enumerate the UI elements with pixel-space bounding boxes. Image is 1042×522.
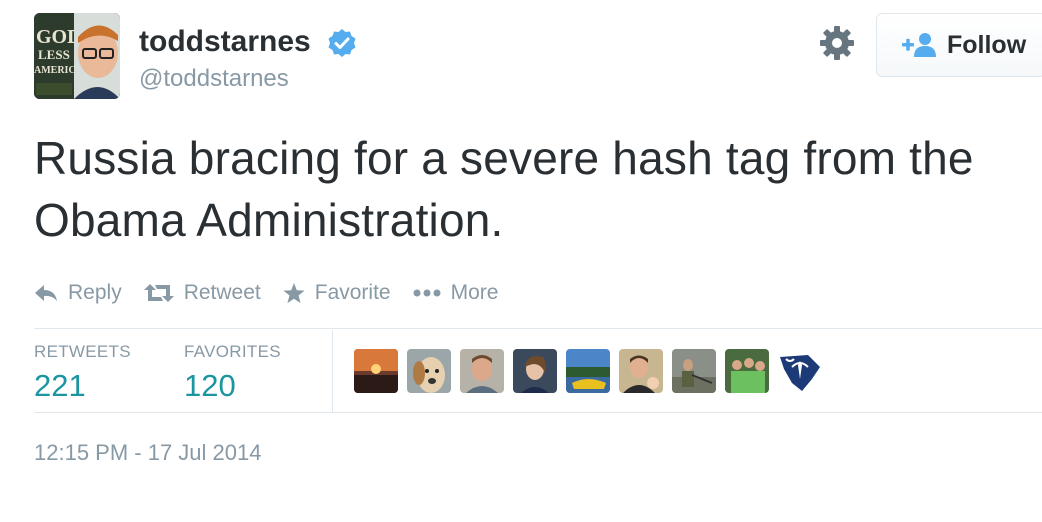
favoriter-avatar[interactable] (778, 349, 822, 393)
favoriter-avatar[interactable] (513, 349, 557, 393)
favoriter-avatar[interactable] (407, 349, 451, 393)
author-handle[interactable]: @toddstarnes (139, 64, 289, 94)
author-avatar[interactable]: GOD LESS AMERICA (34, 13, 120, 99)
reply-button[interactable]: Reply (34, 281, 122, 305)
divider-bottom (34, 412, 1042, 413)
divider-top (34, 328, 1042, 329)
favoriters-avatars (354, 349, 831, 393)
more-button[interactable]: More (413, 281, 499, 305)
follow-button[interactable]: Follow (876, 13, 1042, 77)
favorite-label: Favorite (314, 281, 391, 304)
favorite-button[interactable]: Favorite (283, 281, 391, 305)
tweet-actions: Reply Retweet Favorite More (34, 278, 520, 308)
retweet-label: Retweet (183, 281, 261, 304)
retweets-label: RETWEETS (34, 342, 131, 361)
star-icon (283, 282, 305, 303)
favorites-label: FAVORITES (184, 342, 281, 361)
reply-icon (35, 285, 57, 301)
favoriter-avatar[interactable] (460, 349, 504, 393)
stats-separator (332, 330, 333, 412)
svg-text:LESS: LESS (38, 47, 70, 62)
more-dots-icon (413, 289, 441, 297)
favorites-count: 120 (184, 368, 236, 403)
reply-label: Reply (68, 281, 122, 304)
tweet-text: Russia bracing for a severe hash tag fro… (34, 132, 974, 246)
retweets-stat[interactable]: RETWEETS 221 (34, 342, 131, 404)
follow-label: Follow (947, 30, 1027, 59)
favoriter-avatar[interactable] (619, 349, 663, 393)
add-user-icon (902, 33, 936, 57)
more-label: More (450, 281, 499, 304)
favoriter-avatar[interactable] (725, 349, 769, 393)
favoriter-avatar[interactable] (566, 349, 610, 393)
favoriter-avatar[interactable] (354, 349, 398, 393)
retweet-icon (143, 284, 174, 302)
favorites-stat[interactable]: FAVORITES 120 (184, 342, 281, 404)
verified-badge-icon (328, 29, 356, 57)
tweet-timestamp[interactable]: 12:15 PM - 17 Jul 2014 (34, 440, 261, 466)
author-name[interactable]: toddstarnes (139, 24, 311, 60)
gear-icon[interactable] (818, 24, 856, 62)
retweets-count: 221 (34, 368, 86, 403)
favoriter-avatar[interactable] (672, 349, 716, 393)
retweet-button[interactable]: Retweet (143, 281, 261, 305)
